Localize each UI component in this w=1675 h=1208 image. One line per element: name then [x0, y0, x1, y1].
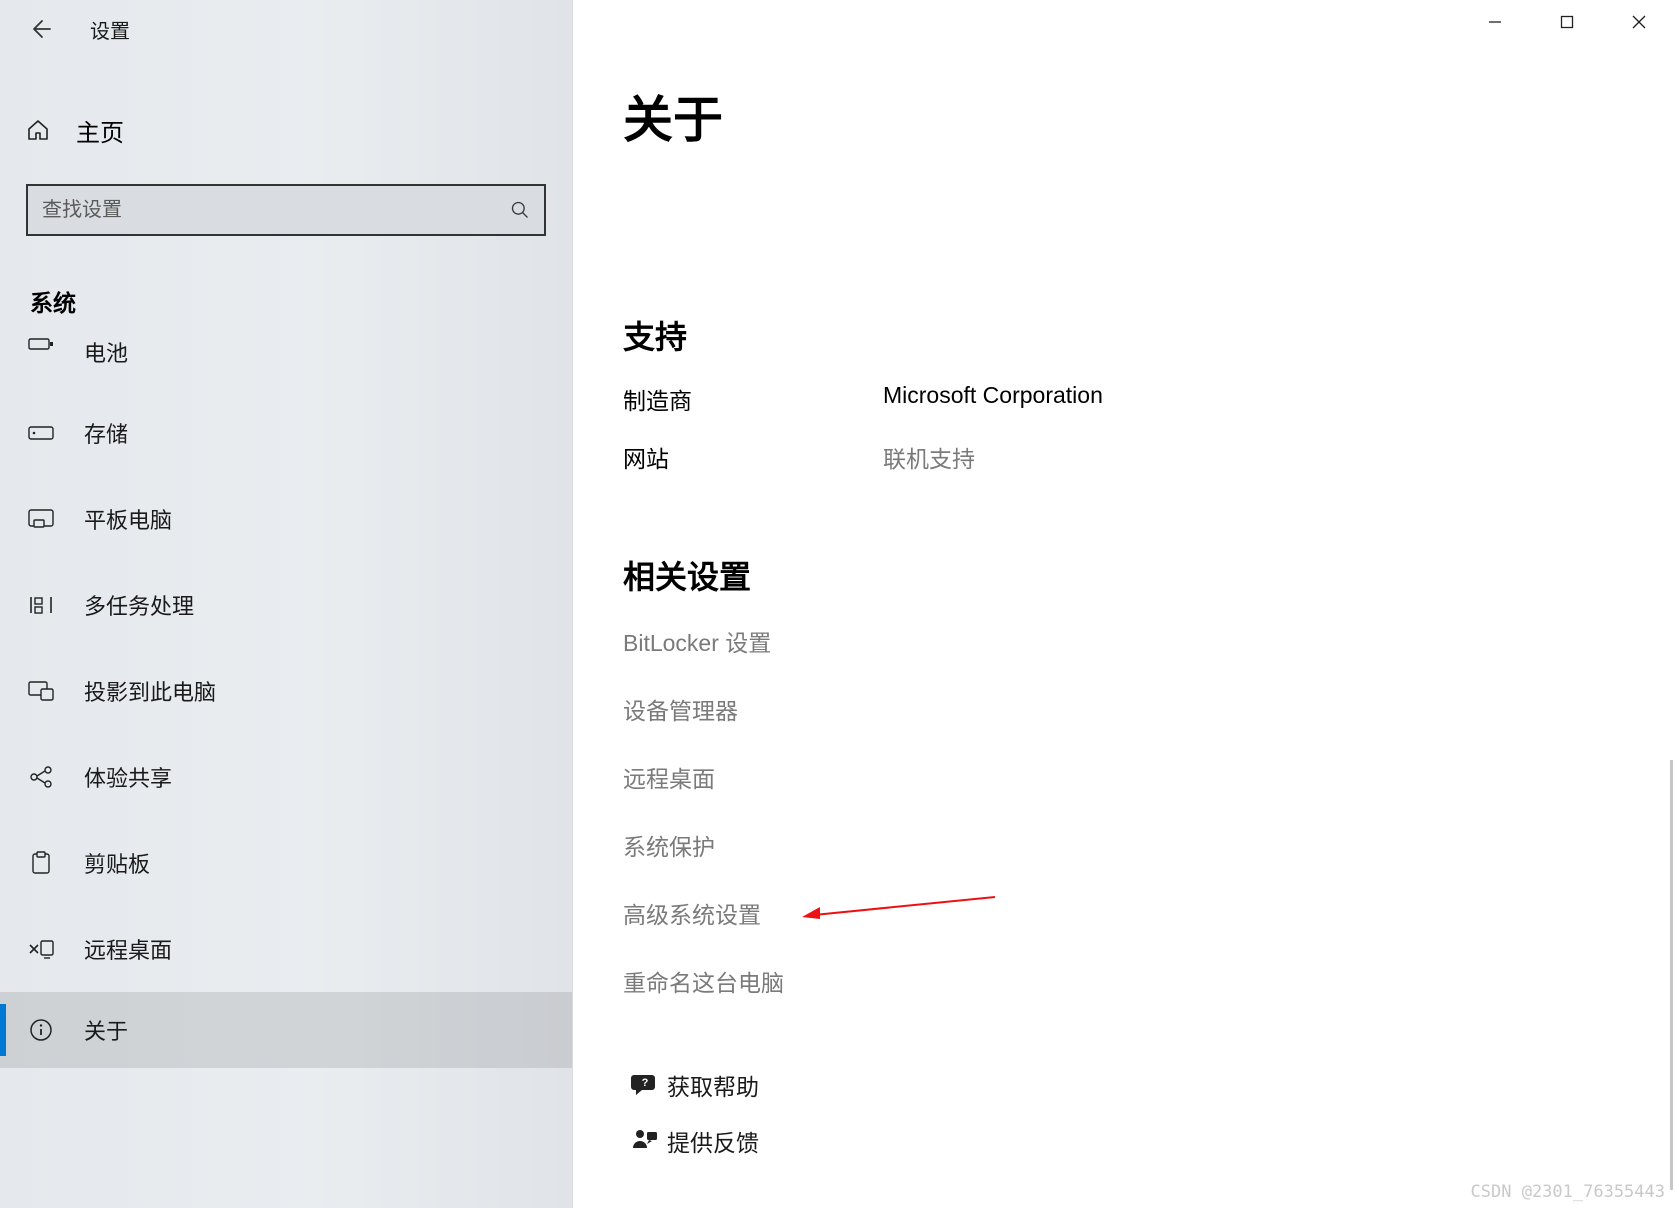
clipboard-icon: [26, 851, 56, 875]
remote-desktop-icon: [26, 939, 56, 959]
sidebar-section-title: 系统: [0, 284, 572, 318]
settings-window: 设置 主页 系统 电池: [0, 0, 1675, 1208]
search-wrap: [26, 184, 546, 236]
sidebar-item-label: 多任务处理: [84, 589, 194, 621]
help-section: ? 获取帮助 提供反馈: [623, 1068, 1675, 1158]
support-heading: 支持: [623, 312, 1675, 358]
battery-icon: [26, 336, 56, 352]
sidebar-item-about[interactable]: 关于: [0, 992, 572, 1068]
sidebar-item-tablet[interactable]: 平板电脑: [0, 476, 572, 562]
sidebar-item-share[interactable]: 体验共享: [0, 734, 572, 820]
search-input[interactable]: [42, 199, 510, 222]
help-get-help[interactable]: ? 获取帮助: [623, 1068, 1675, 1102]
home-icon: [24, 118, 52, 142]
sidebar-item-label: 存储: [84, 417, 128, 449]
maximize-icon: [1560, 15, 1574, 29]
close-icon: [1631, 14, 1647, 30]
back-arrow-icon: [28, 17, 52, 41]
svg-text:?: ?: [642, 1077, 649, 1089]
sidebar-home-label: 主页: [76, 113, 124, 148]
back-button[interactable]: [22, 11, 58, 47]
sidebar-item-battery[interactable]: 电池: [0, 336, 572, 390]
sidebar-nav-list: 电池 存储 平板电脑 多任务处理: [0, 336, 572, 1068]
sidebar-item-label: 体验共享: [84, 761, 172, 793]
help-label: 提供反馈: [667, 1124, 759, 1158]
related-settings-section: 相关设置 BitLocker 设置 设备管理器 远程桌面 系统保护 高级系统设置…: [623, 552, 1675, 998]
multitask-icon: [26, 595, 56, 615]
sidebar-item-label: 投影到此电脑: [84, 675, 216, 707]
help-label: 获取帮助: [667, 1068, 759, 1102]
app-title: 设置: [90, 15, 130, 44]
sidebar: 设置 主页 系统 电池: [0, 0, 573, 1208]
sidebar-item-storage[interactable]: 存储: [0, 390, 572, 476]
help-chat-icon: ?: [623, 1072, 667, 1098]
storage-icon: [26, 426, 56, 440]
search-box[interactable]: [26, 184, 546, 236]
support-link[interactable]: 联机支持: [883, 440, 975, 474]
link-advanced-system[interactable]: 高级系统设置: [623, 896, 1675, 930]
feedback-icon: [623, 1128, 667, 1154]
window-controls: [1459, 0, 1675, 44]
close-button[interactable]: [1603, 0, 1675, 44]
watermark: CSDN @2301_76355443: [1471, 1182, 1665, 1202]
project-icon: [26, 681, 56, 701]
support-row-website: 网站 联机支持: [623, 440, 1675, 474]
link-rename-pc[interactable]: 重命名这台电脑: [623, 964, 1675, 998]
titlebar-left: 设置: [0, 0, 572, 58]
share-icon: [26, 766, 56, 788]
link-bitlocker[interactable]: BitLocker 设置: [623, 624, 1675, 658]
sidebar-item-label: 剪贴板: [84, 847, 150, 879]
maximize-button[interactable]: [1531, 0, 1603, 44]
help-feedback[interactable]: 提供反馈: [623, 1124, 1675, 1158]
link-remote-desktop[interactable]: 远程桌面: [623, 760, 1675, 794]
sidebar-item-label: 远程桌面: [84, 933, 172, 965]
sidebar-home[interactable]: 主页: [0, 98, 572, 162]
link-device-manager[interactable]: 设备管理器: [623, 692, 1675, 726]
tablet-icon: [26, 509, 56, 529]
sidebar-item-label: 电池: [84, 336, 128, 368]
support-key: 制造商: [623, 382, 883, 416]
support-key: 网站: [623, 440, 883, 474]
support-section: 支持 制造商 Microsoft Corporation 网站 联机支持: [623, 312, 1675, 474]
support-value: Microsoft Corporation: [883, 382, 1103, 416]
info-icon: [26, 1018, 56, 1042]
sidebar-item-clipboard[interactable]: 剪贴板: [0, 820, 572, 906]
minimize-icon: [1487, 14, 1503, 30]
sidebar-item-label: 关于: [84, 1014, 128, 1046]
page-title: 关于: [623, 80, 1675, 152]
main-content: 关于 支持 制造商 Microsoft Corporation 网站 联机支持 …: [573, 0, 1675, 1208]
sidebar-item-project[interactable]: 投影到此电脑: [0, 648, 572, 734]
sidebar-item-remote[interactable]: 远程桌面: [0, 906, 572, 992]
support-row-manufacturer: 制造商 Microsoft Corporation: [623, 382, 1675, 416]
minimize-button[interactable]: [1459, 0, 1531, 44]
related-heading: 相关设置: [623, 552, 1675, 598]
search-icon: [510, 200, 530, 220]
link-system-protection[interactable]: 系统保护: [623, 828, 1675, 862]
sidebar-item-label: 平板电脑: [84, 503, 172, 535]
scrollbar[interactable]: [1670, 760, 1673, 1190]
sidebar-item-multitask[interactable]: 多任务处理: [0, 562, 572, 648]
